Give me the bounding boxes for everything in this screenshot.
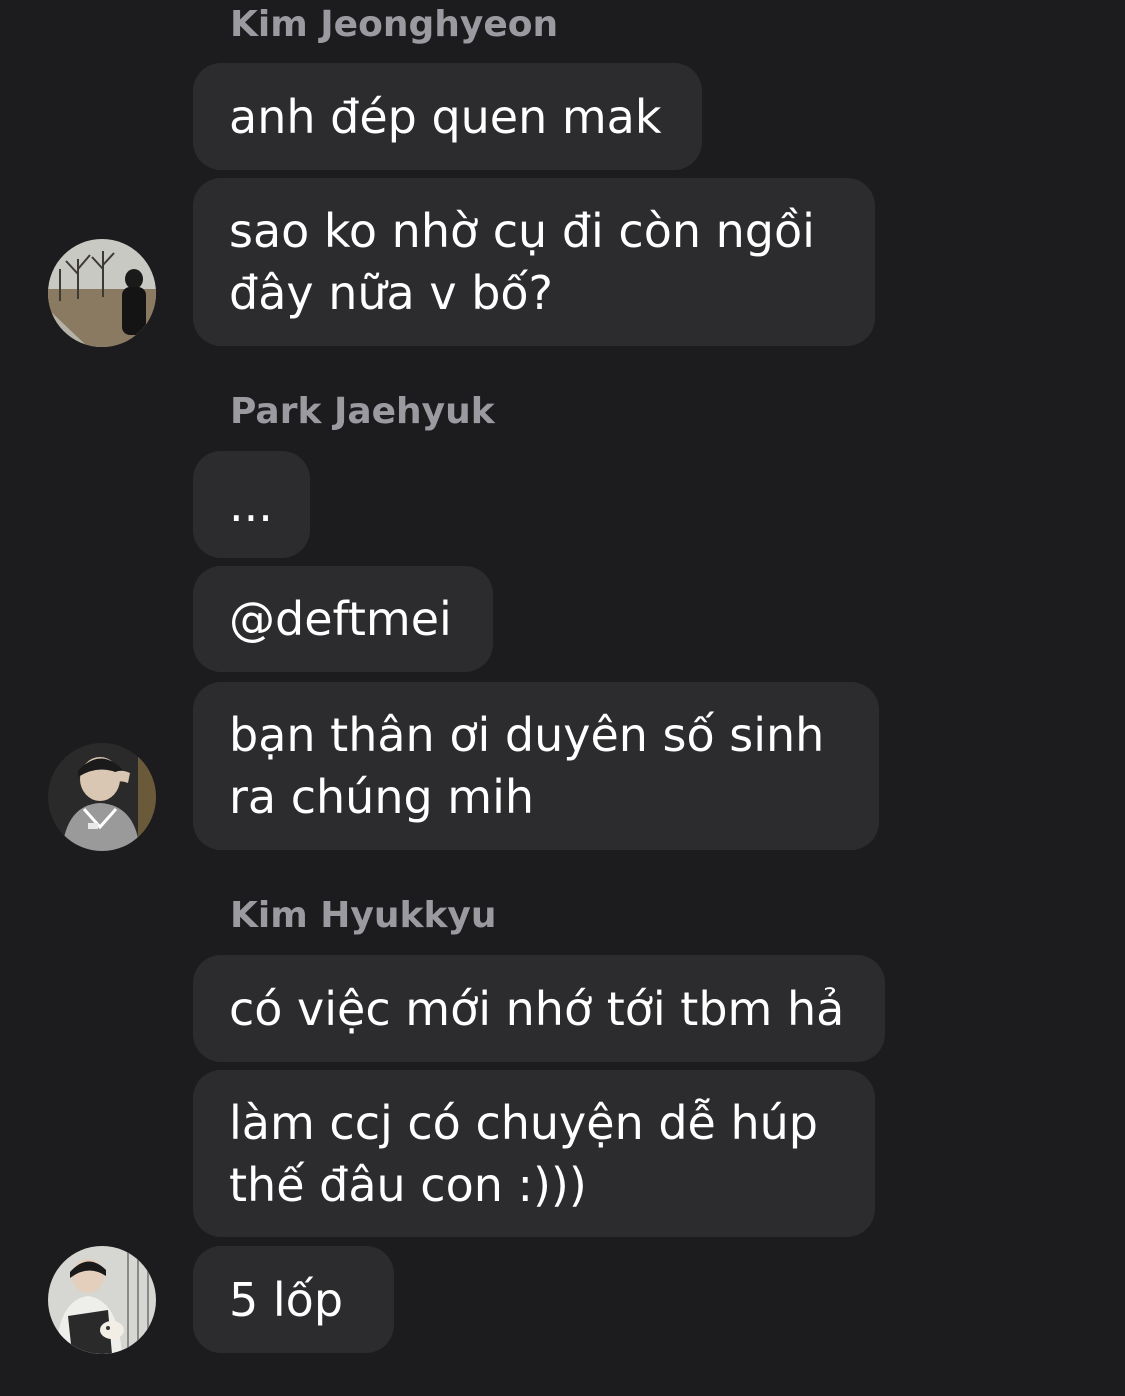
park-walkway-avatar-icon	[48, 239, 156, 347]
message-text: ...	[229, 477, 273, 532]
avatar[interactable]	[48, 743, 156, 851]
message-text: 5 lốp	[229, 1272, 344, 1327]
message-bubble[interactable]: bạn thân ơi duyên số sinh ra chúng mih	[193, 682, 879, 850]
message-bubble[interactable]: sao ko nhờ cụ đi còn ngồi đây nữa v bố?	[193, 178, 875, 346]
sender-name: Park Jaehyuk	[230, 391, 495, 432]
message-bubble[interactable]: ...	[193, 451, 310, 558]
sender-name: Kim Hyukkyu	[230, 895, 497, 936]
message-bubble[interactable]: anh đép quen mak	[193, 63, 702, 170]
sender-name: Kim Jeonghyeon	[230, 4, 559, 45]
message-text: anh đép quen mak	[229, 89, 662, 144]
avatar[interactable]	[48, 1246, 156, 1354]
message-text: làm ccj có chuyện dễ húp thế đâu con :))…	[229, 1095, 818, 1212]
message-bubble[interactable]: @deftmei	[193, 566, 493, 672]
message-bubble[interactable]: 5 lốp	[193, 1246, 394, 1353]
message-text: bạn thân ơi duyên số sinh ra chúng mih	[229, 708, 825, 824]
avatar[interactable]	[48, 239, 156, 347]
person-with-pet-avatar-icon	[48, 1246, 156, 1354]
jersey-person-avatar-icon	[48, 743, 156, 851]
message-text: @deftmei	[229, 592, 452, 646]
message-bubble[interactable]: làm ccj có chuyện dễ húp thế đâu con :))…	[193, 1070, 875, 1237]
message-bubble[interactable]: có việc mới nhớ tới tbm hả	[193, 955, 885, 1062]
message-text: sao ko nhờ cụ đi còn ngồi đây nữa v bố?	[229, 204, 815, 320]
message-text: có việc mới nhớ tới tbm hả	[229, 981, 845, 1036]
